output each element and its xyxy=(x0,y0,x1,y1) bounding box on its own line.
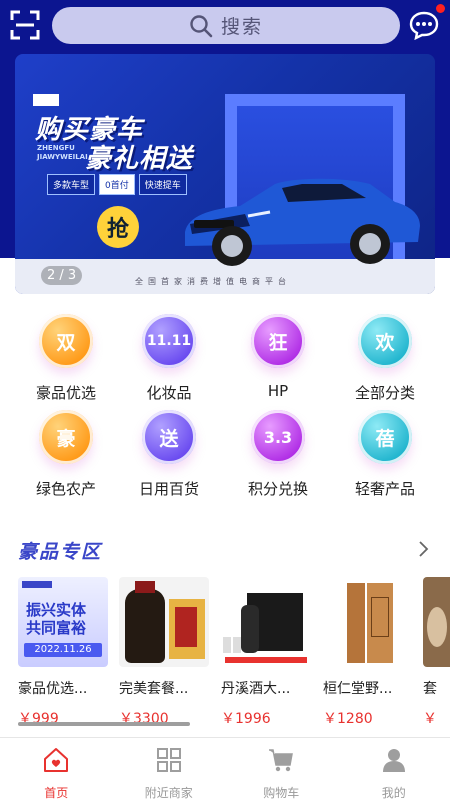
product-card[interactable]: 桓仁堂野... ￥1280 xyxy=(323,577,413,727)
product-card[interactable]: 丹溪酒大... ￥1996 xyxy=(221,577,311,727)
category-icon: 豪 xyxy=(39,410,93,464)
category-label: 全部分类 xyxy=(354,384,415,402)
product-price: ￥1996 xyxy=(221,711,271,727)
banner-slogan: 全国首家消费增值电商平台 xyxy=(135,277,291,286)
banner-grab-badge[interactable]: 抢 xyxy=(97,206,139,248)
product-name: 桓仁堂野... xyxy=(323,681,393,697)
product-image xyxy=(423,577,450,667)
nav-label: 购物车 xyxy=(263,786,300,800)
chevron-right-icon[interactable] xyxy=(416,540,430,558)
search-placeholder: 搜索 xyxy=(220,16,263,38)
category-label: 日用百货 xyxy=(138,480,199,498)
app-root: 搜索 购买豪车 ZHENGFU JIAWYWEILAI 豪礼相送 多款车型 0首… xyxy=(0,0,450,800)
search-icon xyxy=(190,14,213,37)
product-name: 丹溪酒大... xyxy=(221,681,291,697)
user-icon xyxy=(382,749,405,772)
category-icon: 欢 xyxy=(358,314,412,368)
nav-label: 首页 xyxy=(44,786,69,800)
nav-profile[interactable]: 我的 xyxy=(338,738,450,800)
category-label: HP xyxy=(267,382,289,400)
category-label: 绿色农产 xyxy=(35,480,96,498)
grid-icon xyxy=(156,748,181,772)
category-icon: 蓓 xyxy=(358,410,412,464)
search-bar[interactable]: 搜索 xyxy=(52,7,400,44)
product-carousel[interactable]: 振兴实体 共同富裕 2022.11.26 豪品优选... ￥999 完美套餐..… xyxy=(0,577,450,727)
promo-banner[interactable]: 购买豪车 ZHENGFU JIAWYWEILAI 豪礼相送 多款车型 0首付 快… xyxy=(15,54,435,294)
home-icon xyxy=(44,748,69,772)
message-icon[interactable] xyxy=(409,10,439,41)
carousel-scrollbar[interactable] xyxy=(18,722,190,726)
category-icon: 狂 xyxy=(251,314,305,368)
category-item[interactable]: 双 豪品优选 xyxy=(10,314,122,403)
nav-cart[interactable]: 购物车 xyxy=(225,738,338,800)
category-label: 积分兑换 xyxy=(247,480,308,498)
product-price: ￥1280 xyxy=(323,711,373,727)
banner-english-text: ZHENGFU JIAWYWEILAI xyxy=(37,144,88,161)
category-item[interactable]: 送 日用百货 xyxy=(113,410,225,499)
banner-logo xyxy=(33,94,59,106)
banner-tag: 0首付 xyxy=(99,174,135,195)
product-name: 套 xyxy=(423,681,437,697)
nav-nearby[interactable]: 附近商家 xyxy=(113,738,226,800)
category-icon: 3.3 xyxy=(251,410,305,464)
banner-tag: 多款车型 xyxy=(47,174,96,195)
car-illustration xyxy=(185,178,420,266)
category-label: 化妆品 xyxy=(146,384,192,402)
product-image xyxy=(119,577,209,667)
product-card[interactable]: 完美套餐... ￥3300 xyxy=(119,577,209,727)
product-image xyxy=(323,577,413,667)
product-card[interactable]: 振兴实体 共同富裕 2022.11.26 豪品优选... ￥999 xyxy=(18,577,108,727)
category-label: 轻奢产品 xyxy=(354,480,415,498)
banner-tags: 多款车型 0首付 快速提车 xyxy=(47,174,187,195)
section-title: 豪品专区 xyxy=(18,541,103,563)
product-name: 完美套餐... xyxy=(119,681,189,697)
nav-label: 附近商家 xyxy=(144,786,193,800)
banner-pager: 2 / 3 xyxy=(41,266,83,285)
product-card[interactable]: 套 ￥ xyxy=(423,577,450,727)
category-item[interactable]: 蓓 轻奢产品 xyxy=(329,410,441,499)
category-icon: 送 xyxy=(142,410,196,464)
category-icon: 11.11 xyxy=(142,314,196,368)
product-image: 振兴实体 共同富裕 2022.11.26 xyxy=(18,577,108,667)
nav-home[interactable]: 首页 xyxy=(0,738,113,800)
category-icon: 双 xyxy=(39,314,93,368)
category-item[interactable]: 豪 绿色农产 xyxy=(10,410,122,499)
nav-label: 我的 xyxy=(381,786,406,800)
category-label: 豪品优选 xyxy=(35,384,96,402)
category-item[interactable]: 3.3 积分兑换 xyxy=(222,410,334,499)
bottom-nav: 首页 附近商家 购物车 我的 xyxy=(0,737,450,800)
product-name: 豪品优选... xyxy=(18,681,88,697)
scan-icon[interactable] xyxy=(10,10,40,40)
category-item[interactable]: 11.11 化妆品 xyxy=(113,314,225,403)
notification-dot xyxy=(436,4,445,13)
cart-icon xyxy=(269,749,294,772)
product-image xyxy=(221,577,311,667)
category-item[interactable]: 欢 全部分类 xyxy=(329,314,441,403)
product-price: ￥ xyxy=(423,711,437,727)
category-item[interactable]: 狂 HP xyxy=(222,314,334,400)
